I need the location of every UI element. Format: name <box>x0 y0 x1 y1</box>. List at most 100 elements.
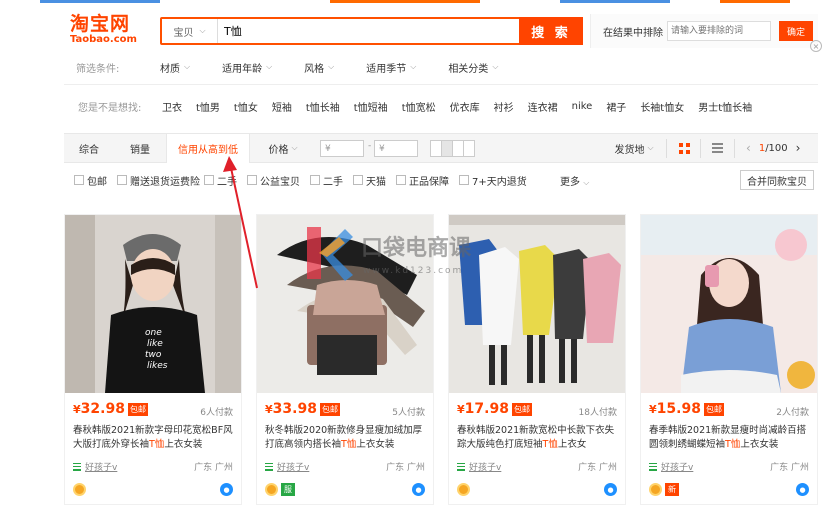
check-second-hand-a[interactable]: 二手 <box>204 173 237 188</box>
filter-style[interactable]: 风格 ⌵ <box>304 60 334 75</box>
suggestion-link[interactable]: nike <box>572 101 593 112</box>
product-card[interactable]: one like two likes ¥32.98 包邮 6人付款 春秋韩版202… <box>64 214 242 505</box>
list-view-icon[interactable] <box>712 143 723 153</box>
checkbox[interactable] <box>396 175 406 185</box>
yen-sign: ¥ <box>265 402 273 416</box>
checkbox[interactable] <box>353 175 363 185</box>
wangwang-chat-icon[interactable]: ● <box>796 483 809 496</box>
prev-page-icon[interactable]: ‹ <box>746 141 751 155</box>
ship-from-select[interactable]: 发货地 ⌵ <box>609 134 659 162</box>
shop-link[interactable]: 好孩子v <box>265 460 309 473</box>
next-page-icon[interactable]: › <box>796 141 801 155</box>
check-label: 包邮 <box>87 176 107 188</box>
more-filters[interactable]: 更多 ⌵ <box>560 173 589 188</box>
mini-pager: ‹ 1/100 › <box>746 134 800 162</box>
checkbox[interactable] <box>74 175 84 185</box>
product-title[interactable]: 春秋韩版2021新款字母印花宽松BF风大版打底外穿长袖T恤上衣女装 <box>73 424 237 452</box>
suggestion-link[interactable]: t恤女 <box>234 99 258 114</box>
checkbox[interactable] <box>247 175 257 185</box>
page-indicator: 1/100 <box>759 143 788 154</box>
suggestion-link[interactable]: 衬衫 <box>494 99 514 114</box>
product-price: ¥17.98 包邮 <box>457 401 532 417</box>
check-free-shipping[interactable]: 包邮 <box>74 173 107 188</box>
suggestion-link[interactable]: 男士t恤长袖 <box>698 99 752 114</box>
checkbox[interactable] <box>117 175 127 185</box>
seller-level-icon[interactable] <box>649 483 662 496</box>
seller-level-icon[interactable] <box>265 483 278 496</box>
check-genuine[interactable]: 正品保障 <box>396 173 449 188</box>
seller-level-icon[interactable] <box>73 483 86 496</box>
product-title[interactable]: 春秋韩版2021新款宽松中长款下衣失踪大版纯色打底短袖T恤上衣女 <box>457 424 621 452</box>
suggestion-link[interactable]: 长袖t恤女 <box>640 99 684 114</box>
product-image[interactable]: one like two likes <box>65 215 241 393</box>
watermark-text: 口袋电商课 <box>361 235 472 261</box>
filter-age[interactable]: 适用年龄 ⌵ <box>222 60 272 75</box>
product-price: ¥32.98 包邮 <box>73 401 148 417</box>
top-color-line <box>0 0 825 6</box>
checkbox[interactable] <box>459 175 469 185</box>
search-category-select[interactable]: 宝贝 ⌵ <box>162 19 218 43</box>
shop-name: 好孩子v <box>85 463 118 473</box>
svg-text:one: one <box>145 328 162 338</box>
close-icon[interactable]: × <box>810 40 822 52</box>
filter-row: 筛选条件: 材质 ⌵ 适用年龄 ⌵ 风格 ⌵ 适用季节 ⌵ 相关分类 ⌵ <box>64 56 818 78</box>
filter-material[interactable]: 材质 ⌵ <box>160 60 190 75</box>
check-tmall[interactable]: 天猫 <box>353 173 386 188</box>
sort-tab-sales[interactable]: 销量 <box>114 134 166 162</box>
suggestion-link[interactable]: 优衣库 <box>450 99 480 114</box>
suggestion-row: 您是不是想找: 卫衣 t恤男 t恤女 短袖 t恤长袖 t恤短袖 t恤宽松 优衣库… <box>64 95 818 117</box>
page-total: /100 <box>765 142 788 154</box>
grid-view-icon[interactable] <box>679 143 690 154</box>
seller-level-icon[interactable] <box>457 483 470 496</box>
check-second-hand[interactable]: 二手 <box>310 173 343 188</box>
wangwang-chat-icon[interactable]: ● <box>220 483 233 496</box>
wangwang-chat-icon[interactable]: ● <box>604 483 617 496</box>
price-to-input[interactable]: ¥ <box>374 140 418 157</box>
title-highlight: T恤 <box>725 439 741 450</box>
product-title[interactable]: 秋冬韩版2020新款修身显瘦加绒加厚打底高领内搭长袖T恤上衣女装 <box>265 424 429 452</box>
taobao-logo[interactable]: 淘宝网 Taobao.com <box>70 14 140 48</box>
shop-name: 好孩子v <box>469 463 502 473</box>
product-card[interactable]: ¥15.98 包邮 2人付款 春季韩版2021新款显瘦时尚减龄百搭圆领刺绣蝴蝶短袖… <box>640 214 818 505</box>
suggestion-link[interactable]: t恤男 <box>196 99 220 114</box>
free-shipping-tag: 包邮 <box>703 402 724 416</box>
filter-text: 风格 <box>304 63 325 75</box>
merge-same-button[interactable]: 合并同款宝贝 <box>740 170 814 190</box>
shop-link[interactable]: 好孩子v <box>457 460 501 473</box>
suggestion-link[interactable]: t恤宽松 <box>402 99 436 114</box>
price-from-input[interactable]: ¥ <box>320 140 364 157</box>
filter-season[interactable]: 适用季节 ⌵ <box>366 60 416 75</box>
sort-tab-default[interactable]: 综合 <box>64 134 114 162</box>
exclude-input[interactable] <box>667 21 771 41</box>
sort-tab-price[interactable]: 价格 ⌵ <box>256 134 310 162</box>
suggestion-link[interactable]: 短袖 <box>272 99 292 114</box>
suggestion-link[interactable]: 裙子 <box>606 99 626 114</box>
suggestion-link[interactable]: 卫衣 <box>162 99 182 114</box>
checkbox[interactable] <box>204 175 214 185</box>
check-return-insurance[interactable]: 赠送退货运费险 <box>117 173 200 188</box>
check-7day-return[interactable]: 7+天内退货 <box>459 173 527 188</box>
search-input[interactable] <box>218 19 557 43</box>
product-title[interactable]: 春季韩版2021新款显瘦时尚减龄百搭圆领刺绣蝴蝶短袖T恤上衣女装 <box>649 424 813 452</box>
suggestion-link[interactable]: t恤长袖 <box>306 99 340 114</box>
product-image[interactable] <box>641 215 817 393</box>
new-badge: 新 <box>665 483 679 496</box>
exclude-confirm-button[interactable]: 确定 <box>779 21 813 41</box>
shop-link[interactable]: 好孩子v <box>649 460 693 473</box>
price-value: 32.98 <box>80 401 125 417</box>
title-text: 上衣女 <box>557 439 587 450</box>
view-toggle-blocks[interactable] <box>430 140 475 157</box>
wangwang-chat-icon[interactable]: ● <box>412 483 425 496</box>
filter-text: 适用年龄 <box>222 63 263 75</box>
filter-category[interactable]: 相关分类 ⌵ <box>448 60 498 75</box>
checkbox[interactable] <box>310 175 320 185</box>
search-button[interactable]: 搜 索 <box>519 17 583 45</box>
check-label: 天猫 <box>366 176 386 188</box>
title-text: 上衣女装 <box>164 439 203 450</box>
sort-tab-credit[interactable]: 信用从高到低 <box>166 134 250 163</box>
suggestion-link[interactable]: t恤短袖 <box>354 99 388 114</box>
check-charity[interactable]: 公益宝贝 <box>247 173 300 188</box>
product-price: ¥15.98 包邮 <box>649 401 724 417</box>
shop-link[interactable]: 好孩子v <box>73 460 117 473</box>
suggestion-link[interactable]: 连衣裙 <box>528 99 558 114</box>
